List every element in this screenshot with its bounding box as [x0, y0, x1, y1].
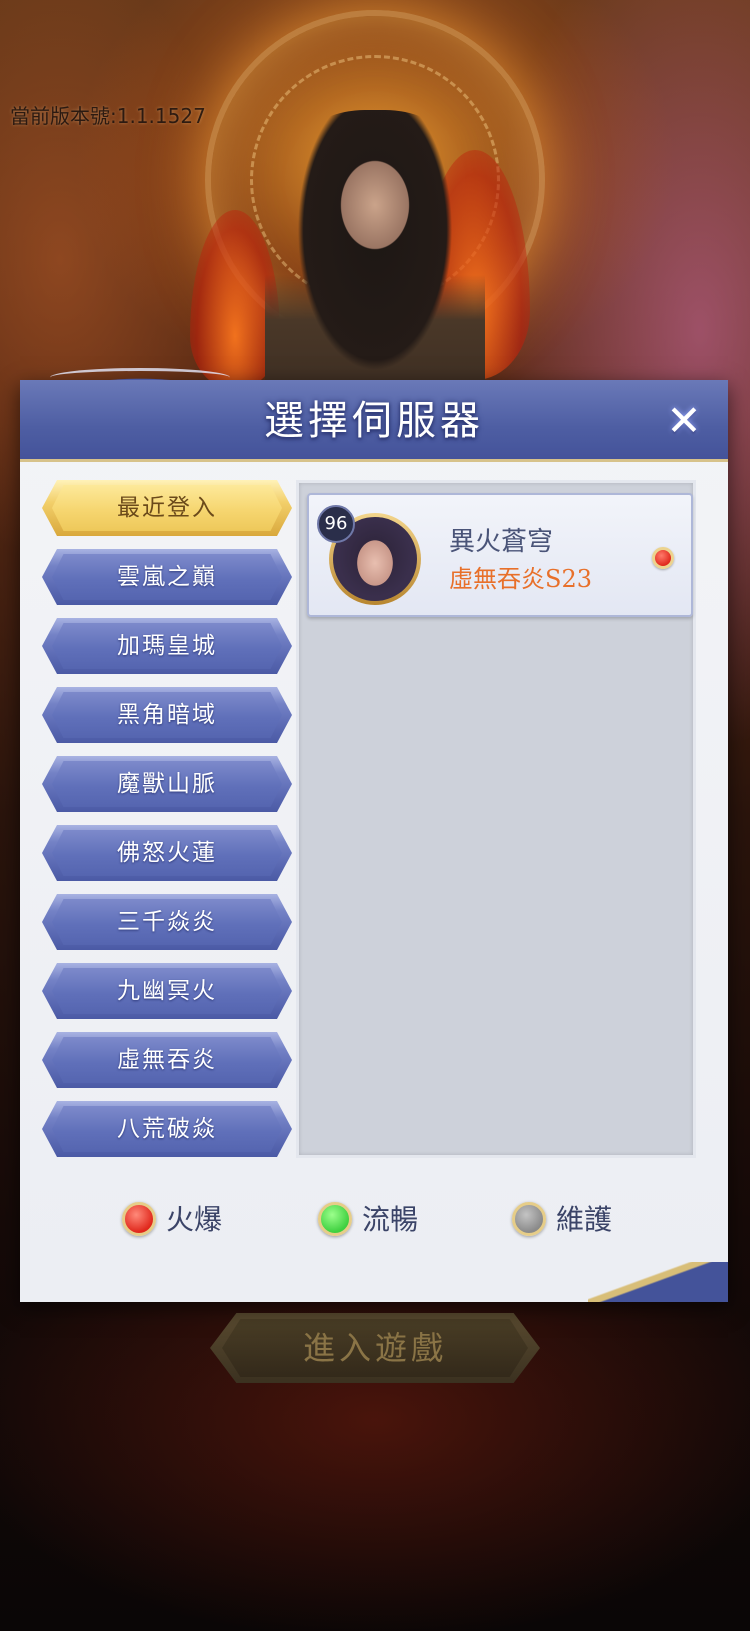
category-button[interactable]: 虛無吞炎 [42, 1032, 292, 1088]
category-label: 黑角暗域 [117, 702, 217, 728]
category-label: 加瑪皇城 [117, 633, 217, 659]
category-button[interactable]: 黑角暗域 [42, 687, 292, 743]
category-button[interactable]: 最近登入 [42, 480, 292, 536]
dialog-title: 選擇伺服器 [264, 398, 484, 444]
server-status-hot-icon [652, 547, 674, 569]
legend-maintenance-label: 維護 [556, 1203, 613, 1236]
close-button[interactable]: ✕ [661, 398, 707, 444]
recent-server-card[interactable]: 96 異火蒼穹 虛無吞炎S23 [307, 493, 693, 617]
close-icon: ✕ [666, 396, 702, 445]
status-legend: 火爆 流暢 維護 [20, 1192, 728, 1242]
character-name: 異火蒼穹 [449, 527, 554, 557]
enter-game-button[interactable]: 進入遊戲 [210, 1313, 540, 1383]
category-button[interactable]: 加瑪皇城 [42, 618, 292, 674]
server-select-dialog: 選擇伺服器 ✕ 最近登入雲嵐之巔加瑪皇城黑角暗域魔獸山脈佛怒火蓮三千焱炎九幽冥火… [20, 360, 728, 1302]
category-button[interactable]: 雲嵐之巔 [42, 549, 292, 605]
legend-smooth-label: 流暢 [362, 1203, 419, 1236]
status-maintenance-icon [512, 1202, 546, 1236]
legend-hot-label: 火爆 [166, 1203, 223, 1236]
server-name: 虛無吞炎S23 [449, 565, 592, 593]
category-label: 魔獸山脈 [117, 771, 217, 797]
version-label: 當前版本號:1.1.1527 [10, 104, 206, 128]
level-badge: 96 [317, 505, 355, 543]
category-button[interactable]: 佛怒火蓮 [42, 825, 292, 881]
category-label: 三千焱炎 [117, 909, 217, 935]
server-list-panel: 96 異火蒼穹 虛無吞炎S23 [296, 480, 696, 1158]
enter-game-label: 進入遊戲 [302, 1329, 447, 1367]
category-label: 最近登入 [117, 495, 217, 521]
category-button[interactable]: 三千焱炎 [42, 894, 292, 950]
category-label: 虛無吞炎 [117, 1047, 217, 1073]
status-hot-icon [122, 1202, 156, 1236]
status-smooth-icon [318, 1202, 352, 1236]
category-button[interactable]: 八荒破焱 [42, 1101, 292, 1157]
category-label: 雲嵐之巔 [117, 564, 217, 590]
corner-ornament [588, 1262, 728, 1302]
category-button[interactable]: 九幽冥火 [42, 963, 292, 1019]
category-label: 九幽冥火 [117, 978, 217, 1004]
hero-character [265, 110, 485, 410]
category-button[interactable]: 魔獸山脈 [42, 756, 292, 812]
category-label: 八荒破焱 [117, 1116, 217, 1142]
category-label: 佛怒火蓮 [117, 840, 217, 866]
